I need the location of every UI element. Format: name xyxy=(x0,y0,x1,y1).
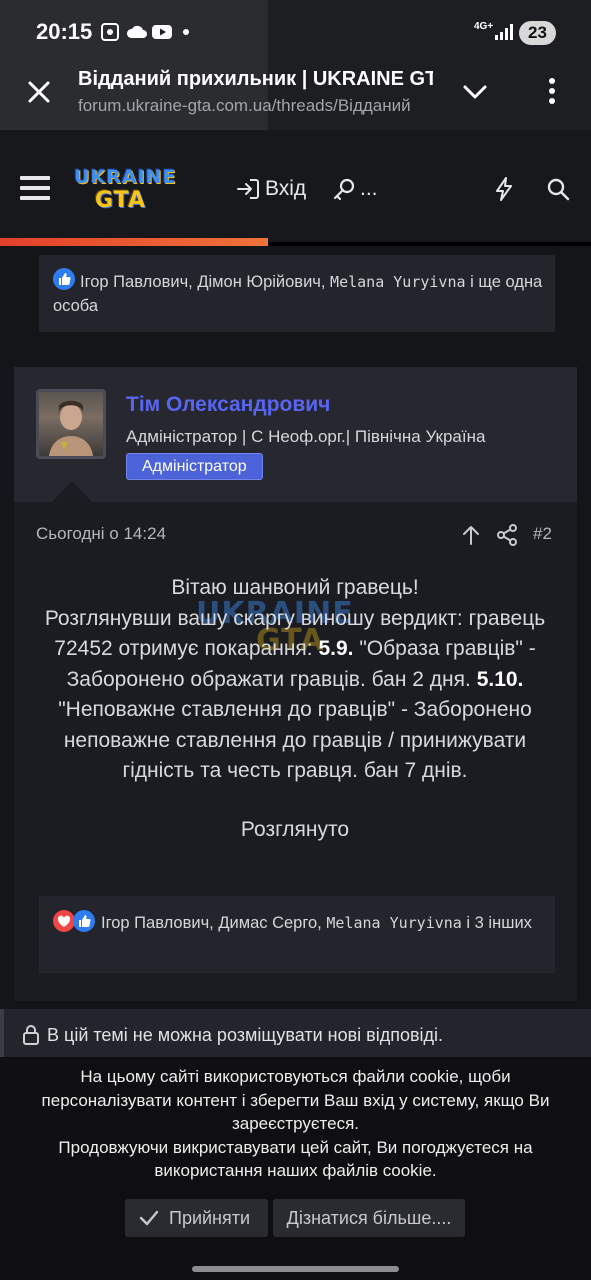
author-title: Адміністратор | С Неоф.орг.| Північна Ук… xyxy=(126,427,486,446)
home-indicator[interactable] xyxy=(192,1266,399,1272)
status-bar: 20:15 4G+ 23 xyxy=(0,0,591,130)
page-load-progress xyxy=(0,238,268,246)
search-icon[interactable] xyxy=(546,177,570,201)
more-vert-icon[interactable] xyxy=(544,76,560,106)
post-number[interactable]: #2 xyxy=(533,524,552,544)
reactions-text: Ігор Павлович, Димас Серго, Melana Yuryi… xyxy=(101,914,532,932)
thread-locked-notice: В цій темі не можна розміщувати нові від… xyxy=(0,1009,591,1057)
key-icon[interactable] xyxy=(332,177,356,201)
role-badge[interactable]: Адміністратор xyxy=(126,453,263,480)
signal-icon xyxy=(495,24,513,40)
share-icon[interactable] xyxy=(496,524,518,546)
cookie-banner: На цьому сайті використовуються файли co… xyxy=(0,1057,591,1280)
browser-url[interactable]: forum.ukraine-gta.com.ua/threads/Віддани… xyxy=(78,96,433,116)
network-type: 4G+ xyxy=(474,21,494,32)
browser-page-title: Відданий прихильник | UKRAINE GTA xyxy=(78,68,433,90)
youtube-icon xyxy=(152,25,172,39)
login-icon[interactable] xyxy=(236,178,260,200)
site-logo[interactable]: UKRAINE GTA xyxy=(74,164,175,216)
whats-new-bolt-icon[interactable] xyxy=(494,176,514,202)
login-link[interactable]: Вхід xyxy=(265,177,306,201)
author-arrow xyxy=(52,481,92,502)
chevron-down-icon[interactable] xyxy=(462,80,488,104)
arrow-up-icon[interactable] xyxy=(461,524,481,546)
close-icon[interactable] xyxy=(27,80,51,104)
screenshot-icon xyxy=(101,23,119,41)
status-time: 20:15 xyxy=(36,19,93,44)
post-date[interactable]: Сьогодні о 14:24 xyxy=(36,524,166,544)
avatar[interactable] xyxy=(36,389,106,459)
accept-cookies-button[interactable]: Прийняти xyxy=(125,1199,268,1237)
reactions-bar[interactable]: Ігор Павлович, Дімон Юрійович, Melana Yu… xyxy=(39,255,555,332)
author-name[interactable]: Тім Олександрович xyxy=(126,393,330,417)
cookie-consent-message: Продовжуючи викриставувати цей сайт, Ви … xyxy=(58,1137,533,1181)
cookie-message: На цьому сайті використовуються файли co… xyxy=(41,1067,550,1133)
post-author-block: Тім Олександрович Адміністратор | С Неоф… xyxy=(14,367,577,502)
hamburger-menu-icon[interactable] xyxy=(20,174,50,202)
lock-icon xyxy=(23,1025,39,1045)
dot-icon xyxy=(183,29,189,35)
browser-toolbar: Відданий прихильник | UKRAINE GTA forum.… xyxy=(0,66,591,130)
cloud-icon xyxy=(126,25,147,38)
reactions-text: Ігор Павлович, Дімон Юрійович, Melana Yu… xyxy=(53,273,543,315)
battery-indicator: 23 xyxy=(519,21,556,45)
post-content: Вітаю шанвоний гравець! Розглянувши вашу… xyxy=(44,576,546,841)
check-icon xyxy=(139,1210,159,1226)
forum-header: UKRAINE GTA Вхід ... xyxy=(0,130,591,246)
register-link[interactable]: ... xyxy=(360,177,378,201)
learn-more-button[interactable]: Дізнатися більше.... xyxy=(273,1199,465,1237)
avatar-person-icon xyxy=(49,400,93,456)
reactions-bar[interactable]: Ігор Павлович, Димас Серго, Melana Yuryi… xyxy=(39,896,555,973)
